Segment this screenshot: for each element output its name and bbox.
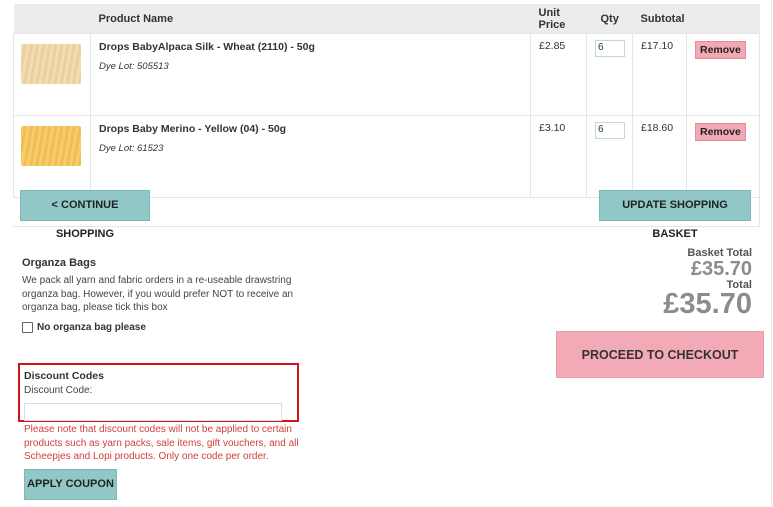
discount-code-label: Discount Code: bbox=[24, 385, 93, 396]
discount-title: Discount Codes bbox=[24, 370, 104, 382]
header-unit-price: Unit Price bbox=[530, 4, 587, 34]
dye-lot: Dye Lot: 61523 bbox=[99, 143, 164, 154]
unit-price: £3.10 bbox=[530, 115, 587, 198]
header-product-name: Product Name bbox=[90, 4, 531, 34]
remove-cell: Remove bbox=[686, 33, 760, 116]
product-image-cell bbox=[13, 115, 91, 198]
qty-input[interactable]: 6 bbox=[595, 122, 625, 139]
organza-checkbox-row[interactable]: No organza bag please bbox=[22, 322, 146, 333]
header-actions bbox=[686, 4, 760, 34]
qty-input[interactable]: 6 bbox=[595, 40, 625, 57]
subtotal: £18.60 bbox=[632, 115, 687, 198]
basket-total-value: £35.70 bbox=[690, 258, 752, 280]
cart-row: Drops BabyAlpaca Silk - Wheat (2110) - 5… bbox=[13, 33, 760, 116]
page-edge-divider bbox=[771, 0, 772, 507]
header-qty: Qty bbox=[586, 4, 633, 34]
qty-cell: 6 bbox=[586, 33, 633, 116]
organza-checkbox-label[interactable]: No organza bag please bbox=[37, 322, 146, 333]
remove-cell: Remove bbox=[686, 115, 760, 198]
cart-row: Drops Baby Merino - Yellow (04) - 50g Dy… bbox=[13, 115, 760, 198]
product-name-link[interactable]: Drops Baby Merino - Yellow (04) - 50g bbox=[99, 123, 530, 135]
product-image-cell bbox=[13, 33, 91, 116]
organza-title: Organza Bags bbox=[22, 257, 96, 269]
total-value: £35.70 bbox=[663, 288, 752, 320]
header-image bbox=[13, 4, 91, 34]
product-thumbnail-yellow-yarn[interactable] bbox=[21, 126, 81, 166]
header-subtotal: Subtotal bbox=[632, 4, 687, 34]
remove-button[interactable]: Remove bbox=[695, 41, 746, 59]
cart-header-row: Product Name Unit Price Qty Subtotal bbox=[13, 4, 760, 34]
remove-button[interactable]: Remove bbox=[695, 123, 746, 141]
discount-code-input[interactable] bbox=[24, 403, 282, 421]
continue-shopping-button[interactable]: < CONTINUE SHOPPING bbox=[20, 190, 150, 240]
proceed-to-checkout-button[interactable]: PROCEED TO CHECKOUT bbox=[556, 331, 764, 378]
organza-description: We pack all yarn and fabric orders in a … bbox=[22, 275, 294, 313]
product-name-link[interactable]: Drops BabyAlpaca Silk - Wheat (2110) - 5… bbox=[99, 41, 530, 53]
update-basket-button[interactable]: UPDATE SHOPPING BASKET bbox=[599, 190, 751, 240]
cart-table: Product Name Unit Price Qty Subtotal Dro… bbox=[13, 4, 760, 198]
product-info-cell: Drops BabyAlpaca Silk - Wheat (2110) - 5… bbox=[90, 33, 531, 116]
product-thumbnail-wheat-yarn[interactable] bbox=[21, 44, 81, 84]
discount-note: Please note that discount codes will not… bbox=[24, 424, 299, 462]
unit-price: £2.85 bbox=[530, 33, 587, 116]
subtotal: £17.10 bbox=[632, 33, 687, 116]
apply-coupon-button[interactable]: APPLY COUPON bbox=[24, 469, 117, 500]
dye-lot: Dye Lot: 505513 bbox=[99, 61, 169, 72]
qty-cell: 6 bbox=[586, 115, 633, 198]
product-info-cell: Drops Baby Merino - Yellow (04) - 50g Dy… bbox=[90, 115, 531, 198]
organza-checkbox[interactable] bbox=[22, 322, 33, 333]
